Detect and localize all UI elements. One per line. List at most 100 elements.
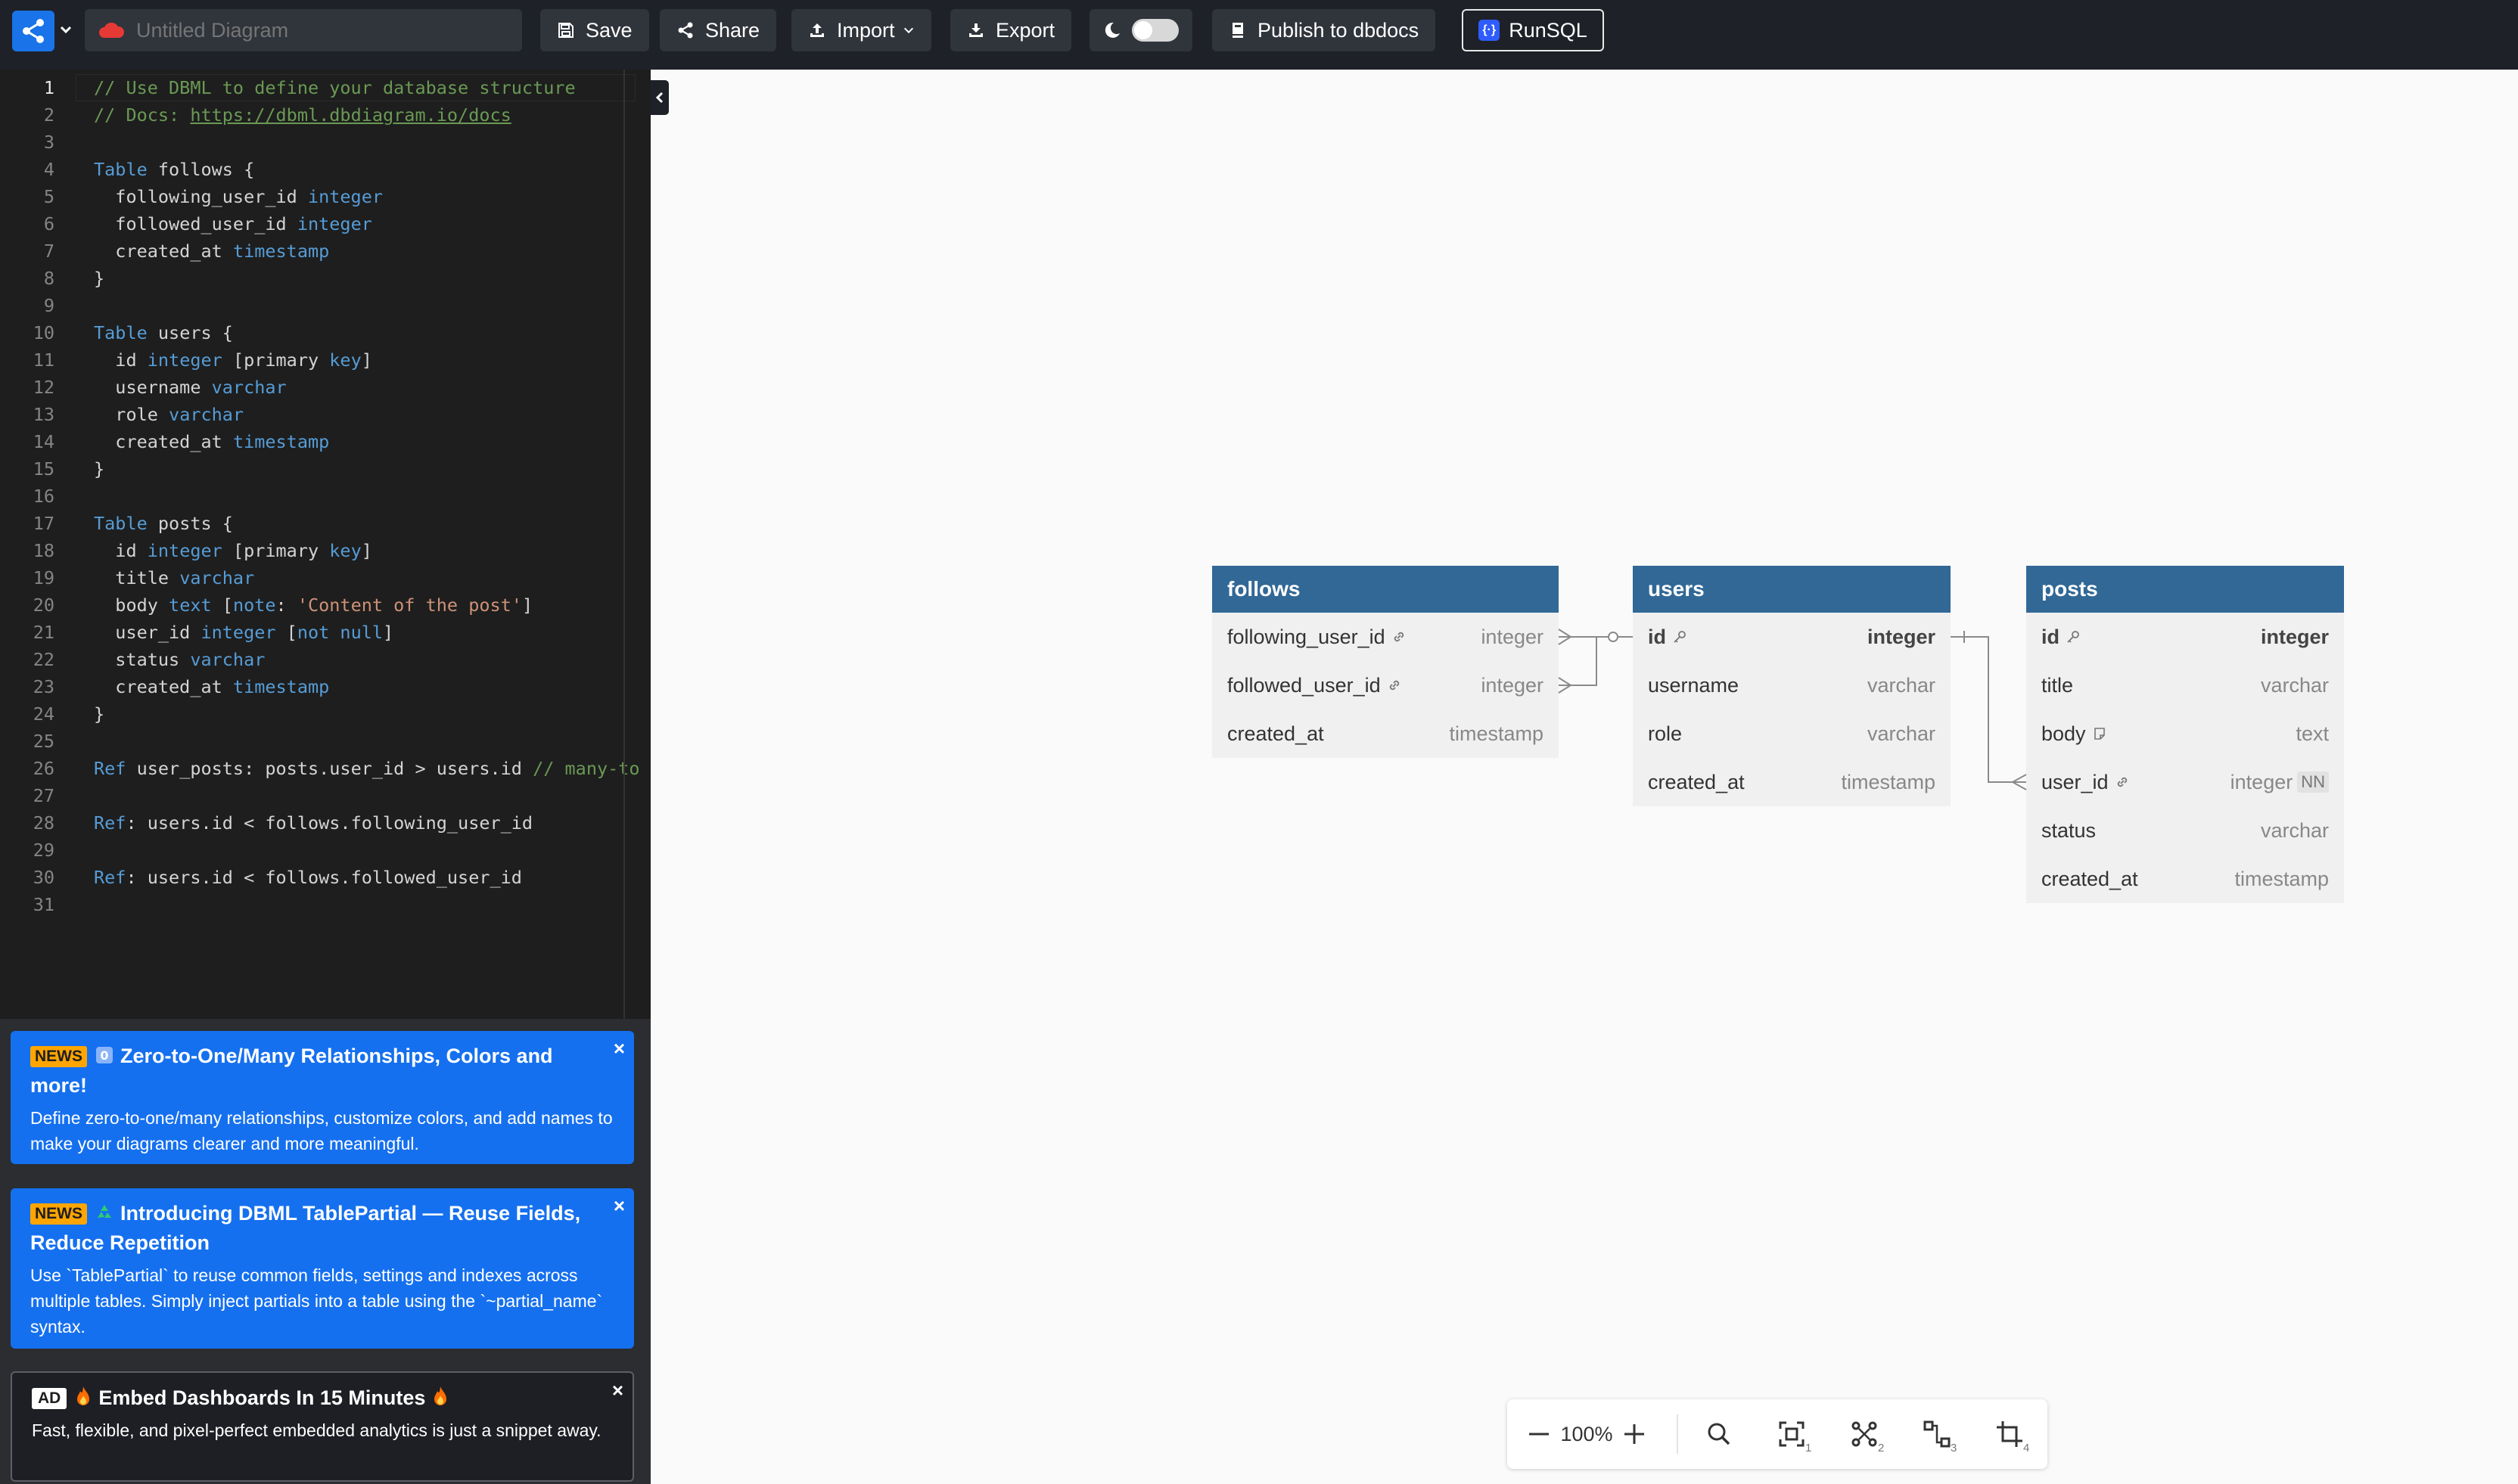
table-field-row[interactable]: role varchar xyxy=(1633,709,1951,758)
news-card-relationships[interactable]: NEWS 0 Zero-to-One/Many Relationships, Col… xyxy=(11,1031,634,1164)
code-line[interactable]: 19 title varchar xyxy=(0,564,651,591)
publish-to-dbdocs-button[interactable]: Publish to dbdocs xyxy=(1212,9,1436,51)
code-line[interactable]: 30 Ref: users.id < follows.followed_user_… xyxy=(0,864,651,891)
code-line[interactable]: 28 Ref: users.id < follows.following_user… xyxy=(0,809,651,837)
table-field-row[interactable]: status varchar xyxy=(2026,806,2344,855)
close-icon[interactable]: × xyxy=(614,1196,625,1215)
crop-canvas-button[interactable]: 4 xyxy=(1987,1399,2032,1469)
code-line[interactable]: 1 // Use DBML to define your database str… xyxy=(0,74,651,101)
table-field-row[interactable]: id integer xyxy=(2026,613,2344,661)
arrange-nodes-icon xyxy=(1851,1421,1877,1447)
code-line[interactable]: 2 // Docs: https://dbml.dbdiagram.io/docs xyxy=(0,101,651,129)
field-type: timestamp xyxy=(1449,722,1543,745)
table-field-row[interactable]: created_at timestamp xyxy=(1212,709,1559,758)
code-line[interactable]: 25 xyxy=(0,728,651,755)
export-button[interactable]: Export xyxy=(950,9,1072,51)
app-logo-button[interactable] xyxy=(12,11,54,51)
fit-to-screen-button[interactable]: 1 xyxy=(1769,1399,1814,1469)
code-line[interactable]: 26 Ref user_posts: posts.user_id > users.… xyxy=(0,755,651,782)
table-header[interactable]: users xyxy=(1633,566,1951,613)
code-line[interactable]: 12 username varchar xyxy=(0,374,651,401)
field-type: integer xyxy=(2260,625,2329,648)
code-line[interactable]: 27 xyxy=(0,782,651,809)
table-field-row[interactable]: created_at timestamp xyxy=(1633,758,1951,806)
code-token: ] xyxy=(361,349,372,371)
code-line[interactable]: 14 created_at timestamp xyxy=(0,428,651,455)
code-line[interactable]: 8} xyxy=(0,265,651,292)
field-name: user_id xyxy=(2041,770,2109,793)
table-field-row[interactable]: title varchar xyxy=(2026,661,2344,709)
code-line[interactable]: 24} xyxy=(0,700,651,728)
code-line[interactable]: 13 role varchar xyxy=(0,401,651,428)
code-line[interactable]: 23 created_at timestamp xyxy=(0,673,651,700)
field-type: integer xyxy=(2230,770,2293,793)
close-icon[interactable]: × xyxy=(614,1038,625,1058)
code-token: status xyxy=(94,649,191,670)
news-card-tablepartial[interactable]: NEWS Introducing DBML TablePartial — Reus… xyxy=(11,1188,634,1349)
dbml-code-editor[interactable]: 1 // Use DBML to define your database str… xyxy=(0,70,651,1019)
table-users[interactable]: users id integer username varchar role v… xyxy=(1633,566,1951,806)
code-token: // Docs: xyxy=(94,104,191,126)
code-line[interactable]: 29 xyxy=(0,837,651,864)
table-follows[interactable]: follows following_user_id integer follow… xyxy=(1212,566,1559,758)
code-line[interactable]: 18 id integer [primary key] xyxy=(0,537,651,564)
table-header[interactable]: follows xyxy=(1212,566,1559,613)
table-posts[interactable]: posts id integer title varchar body text… xyxy=(2026,566,2344,903)
table-field-row[interactable]: id integer xyxy=(1633,613,1951,661)
table-field-row[interactable]: followed_user_id integer xyxy=(1212,661,1559,709)
import-button[interactable]: Import xyxy=(791,9,931,51)
share-button[interactable]: Share xyxy=(660,9,777,51)
field-name: created_at xyxy=(1227,722,1324,745)
line-number: 19 xyxy=(33,567,54,588)
zoom-in-button[interactable] xyxy=(1618,1399,1651,1469)
table-field-row[interactable]: user_id integer NN xyxy=(2026,758,2344,806)
code-token: created_at xyxy=(94,431,233,452)
zoom-toolbar: 100% 1 2 3 4 xyxy=(1507,1399,2047,1469)
code-line[interactable]: 4 Table follows { xyxy=(0,156,651,183)
table-field-row[interactable]: body text xyxy=(2026,709,2344,758)
line-number: 21 xyxy=(33,622,54,643)
code-line[interactable]: 10 Table users { xyxy=(0,319,651,346)
line-number: 10 xyxy=(33,322,54,343)
save-button[interactable]: Save xyxy=(540,9,649,51)
code-line[interactable]: 15} xyxy=(0,455,651,483)
code-line[interactable]: 11 id integer [primary key] xyxy=(0,346,651,374)
runsql-button[interactable]: {·} RunSQL xyxy=(1462,9,1604,51)
line-number: 30 xyxy=(33,867,54,888)
toggle-switch[interactable] xyxy=(1132,19,1179,42)
code-line[interactable]: 5 following_user_id integer xyxy=(0,183,651,210)
code-line[interactable]: 16 xyxy=(0,483,651,510)
code-line[interactable]: 9 xyxy=(0,292,651,319)
dark-mode-toggle[interactable] xyxy=(1090,9,1192,51)
collapse-editor-button[interactable] xyxy=(651,80,669,115)
code-line[interactable]: 17 Table posts { xyxy=(0,510,651,537)
table-field-row[interactable]: following_user_id integer xyxy=(1212,613,1559,661)
code-line[interactable]: 21 user_id integer [not null] xyxy=(0,619,651,646)
news-badge: NEWS xyxy=(30,1203,87,1225)
code-line[interactable]: 31 xyxy=(0,891,651,918)
auto-arrange-button[interactable]: 2 xyxy=(1842,1399,1887,1469)
zoom-level-display[interactable]: 100% xyxy=(1559,1399,1615,1469)
chevron-down-icon[interactable] xyxy=(59,23,73,36)
close-icon[interactable]: × xyxy=(612,1380,623,1400)
chevron-left-icon xyxy=(655,92,664,104)
table-field-row[interactable]: created_at timestamp xyxy=(2026,855,2344,903)
diagram-title-input[interactable] xyxy=(135,17,501,43)
code-line[interactable]: 20 body text [note: 'Content of the post… xyxy=(0,591,651,619)
code-line[interactable]: 3 xyxy=(0,129,651,156)
diagram-title-field[interactable] xyxy=(85,9,522,51)
table-header[interactable]: posts xyxy=(2026,566,2344,613)
code-line[interactable]: 7 created_at timestamp xyxy=(0,238,651,265)
code-line[interactable]: 6 followed_user_id integer xyxy=(0,210,651,238)
code-token: varchar xyxy=(169,404,244,425)
zoom-out-button[interactable] xyxy=(1522,1399,1556,1469)
ad-card-embed-dashboards[interactable]: AD Embed Dashboards In 15 Minutes Fast, f… xyxy=(11,1371,634,1482)
line-style-button[interactable]: 3 xyxy=(1914,1399,1960,1469)
save-icon xyxy=(558,23,574,38)
code-token: username xyxy=(94,377,212,398)
ad-card-title: AD Embed Dashboards In 15 Minutes xyxy=(32,1383,613,1413)
ad-body: Fast, flexible, and pixel-perfect embedd… xyxy=(32,1420,602,1440)
code-line[interactable]: 22 status varchar xyxy=(0,646,651,673)
search-button[interactable] xyxy=(1696,1399,1742,1469)
table-field-row[interactable]: username varchar xyxy=(1633,661,1951,709)
